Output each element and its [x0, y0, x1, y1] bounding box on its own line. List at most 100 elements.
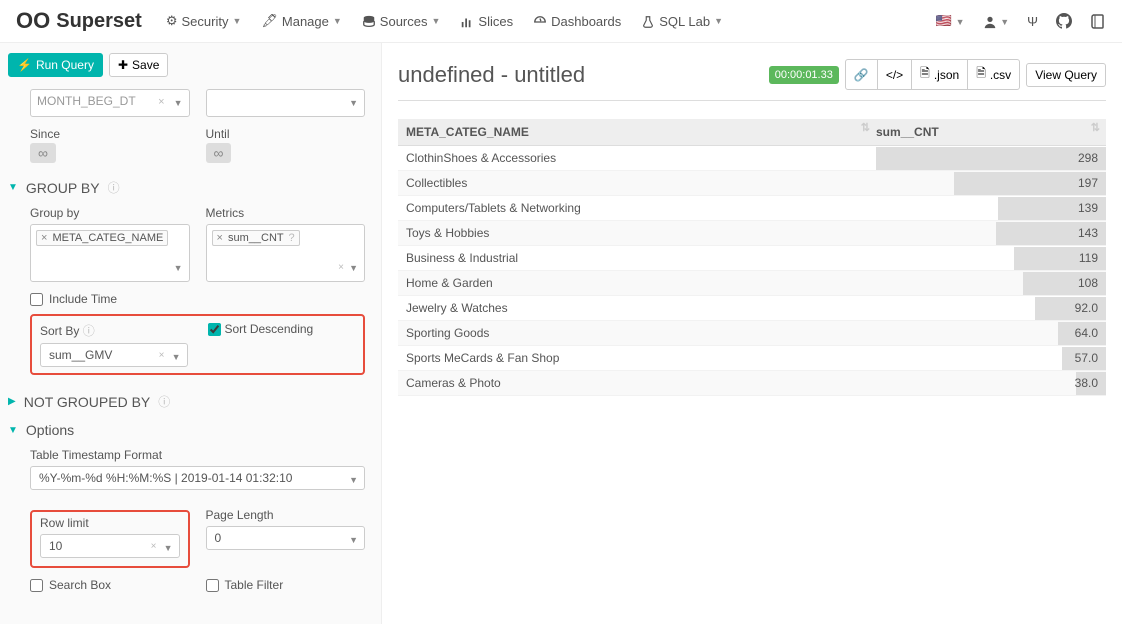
tag-remove-icon[interactable]: ×	[217, 232, 223, 244]
rowlimit-value: 10	[49, 539, 62, 553]
tablefilter-checkbox[interactable]	[206, 579, 219, 592]
time-column-select[interactable]: MONTH_BEG_DT × ▼	[30, 89, 190, 117]
notgrouped-section-title: NOT GROUPED BY	[24, 394, 151, 410]
options-section-header[interactable]: ▼ Options	[8, 416, 365, 444]
sort-icon: ⇅	[1091, 125, 1100, 132]
cell-value: 108	[876, 271, 1106, 296]
rowlimit-highlight: Row limit 10 × ▼	[30, 510, 190, 568]
cell-value: 38.0	[876, 371, 1106, 396]
nav-manage[interactable]: 🖋 Manage ▼	[261, 13, 341, 29]
flag-us-icon[interactable]: 🇺🇸 ▼	[936, 13, 965, 29]
clear-icon[interactable]: ×	[338, 262, 344, 273]
psi-icon[interactable]: Ψ	[1027, 14, 1038, 29]
caret-down-icon: ▼	[432, 16, 441, 26]
dashboard-icon	[533, 13, 547, 29]
info-icon: ⓘ	[108, 179, 120, 196]
query-toolbar: ⚡ Run Query ✚ Save	[8, 43, 365, 89]
cell-value: 298	[876, 146, 1106, 171]
export-button-group: 🔗 </> 🗎.json 🗎.csv	[845, 59, 1020, 90]
cell-value: 143	[876, 221, 1106, 246]
searchbox-checkbox[interactable]	[30, 579, 43, 592]
nav-slices-label: Slices	[478, 14, 513, 29]
cell-name: Sports MeCards & Fan Shop	[398, 346, 876, 371]
until-label: Until	[206, 127, 366, 141]
table-row: Cameras & Photo38.0	[398, 371, 1106, 396]
table-row: Computers/Tablets & Networking139	[398, 196, 1106, 221]
brand-logo-icon: OO	[16, 8, 50, 34]
nav-dashboards-label: Dashboards	[551, 14, 621, 29]
table-row: Collectibles197	[398, 171, 1106, 196]
bolt-icon: ⚡	[17, 58, 32, 72]
sort-descending-checkbox[interactable]	[208, 323, 221, 336]
nav-security-label: Security	[181, 14, 228, 29]
metrics-select[interactable]: × sum__CNT ? × ▼	[206, 224, 366, 282]
ts-format-label: Table Timestamp Format	[30, 448, 365, 462]
nav-sources[interactable]: Sources ▼	[362, 13, 441, 29]
top-navbar: OO Superset ⚙ Security ▼ 🖋 Manage ▼ Sour…	[0, 0, 1122, 43]
page-title: undefined - untitled	[398, 62, 585, 88]
groupby-tag[interactable]: × META_CATEG_NAME	[36, 230, 168, 246]
cell-value: 57.0	[876, 346, 1106, 371]
controls-panel: ⚡ Run Query ✚ Save MONTH_BEG_DT × ▼ ▼	[0, 43, 382, 624]
rowlimit-select[interactable]: 10 × ▼	[40, 534, 180, 558]
groupby-select[interactable]: × META_CATEG_NAME ▼	[30, 224, 190, 282]
pagelength-value: 0	[215, 531, 222, 545]
clear-icon[interactable]: ×	[159, 350, 165, 361]
include-time-checkbox[interactable]	[30, 293, 43, 306]
save-label: Save	[132, 58, 159, 72]
save-button[interactable]: ✚ Save	[109, 53, 168, 77]
cell-value: 139	[876, 196, 1106, 221]
cell-name: Sporting Goods	[398, 321, 876, 346]
col-header-value[interactable]: sum__CNT ⇅	[876, 119, 1106, 146]
clear-icon[interactable]: ×	[151, 541, 157, 552]
link-button[interactable]: 🔗	[845, 59, 878, 90]
code-icon: </>	[886, 68, 903, 82]
metrics-tag-label: sum__CNT	[228, 232, 283, 244]
caret-down-icon: ▼	[164, 543, 173, 553]
cell-value: 119	[876, 246, 1106, 271]
book-icon[interactable]	[1090, 13, 1106, 30]
until-value[interactable]: ∞	[206, 143, 232, 163]
brand-text: Superset	[56, 10, 142, 33]
brand[interactable]: OO Superset	[16, 8, 142, 34]
pagelength-select[interactable]: 0 ▼	[206, 526, 366, 550]
nav-security[interactable]: ⚙ Security ▼	[166, 13, 242, 29]
csv-button[interactable]: 🗎.csv	[967, 59, 1020, 90]
nav-dashboards[interactable]: Dashboards	[533, 13, 621, 29]
col-header-name[interactable]: META_CATEG_NAME ⇅	[398, 119, 876, 146]
ts-format-value: %Y-%m-%d %H:%M:%S | 2019-01-14 01:32:10	[39, 471, 292, 485]
cell-name: Collectibles	[398, 171, 876, 196]
embed-button[interactable]: </>	[877, 59, 912, 90]
caret-down-icon: ▼	[333, 16, 342, 26]
nav-slices[interactable]: Slices	[460, 13, 513, 29]
cell-value: 92.0	[876, 296, 1106, 321]
run-query-label: Run Query	[36, 58, 94, 72]
user-icon[interactable]: ▼	[983, 13, 1010, 29]
since-value[interactable]: ∞	[30, 143, 56, 163]
metrics-tag[interactable]: × sum__CNT ?	[212, 230, 300, 246]
nav-sqllab[interactable]: SQL Lab ▼	[641, 13, 723, 29]
github-icon[interactable]	[1056, 13, 1072, 30]
cell-value: 197	[876, 171, 1106, 196]
clear-icon[interactable]: ×	[158, 96, 164, 108]
tag-remove-icon[interactable]: ×	[41, 232, 47, 244]
sortby-value: sum__GMV	[49, 348, 112, 362]
cell-name: Cameras & Photo	[398, 371, 876, 396]
view-query-button[interactable]: View Query	[1026, 63, 1106, 87]
sortby-select[interactable]: sum__GMV × ▼	[40, 343, 188, 367]
json-button[interactable]: 🗎.json	[911, 59, 968, 90]
tablefilter-label: Table Filter	[225, 578, 284, 592]
flask-icon	[641, 13, 655, 29]
metrics-field-label: Metrics	[206, 206, 366, 220]
notgrouped-section-header[interactable]: ▶ NOT GROUPED BY ⓘ	[8, 387, 365, 416]
caret-down-icon: ▼	[174, 263, 183, 273]
barchart-icon	[460, 13, 474, 29]
groupby-section-header[interactable]: ▼ GROUP BY ⓘ	[8, 173, 365, 202]
time-grain-select[interactable]: ▼	[206, 89, 366, 117]
ts-format-select[interactable]: %Y-%m-%d %H:%M:%S | 2019-01-14 01:32:10 …	[30, 466, 365, 490]
sort-descending-row[interactable]: Sort Descending	[208, 322, 356, 336]
run-query-button[interactable]: ⚡ Run Query	[8, 53, 103, 77]
caret-down-icon: ▼	[349, 475, 358, 485]
time-column-value: MONTH_BEG_DT	[37, 94, 136, 108]
nav-sources-label: Sources	[380, 14, 428, 29]
